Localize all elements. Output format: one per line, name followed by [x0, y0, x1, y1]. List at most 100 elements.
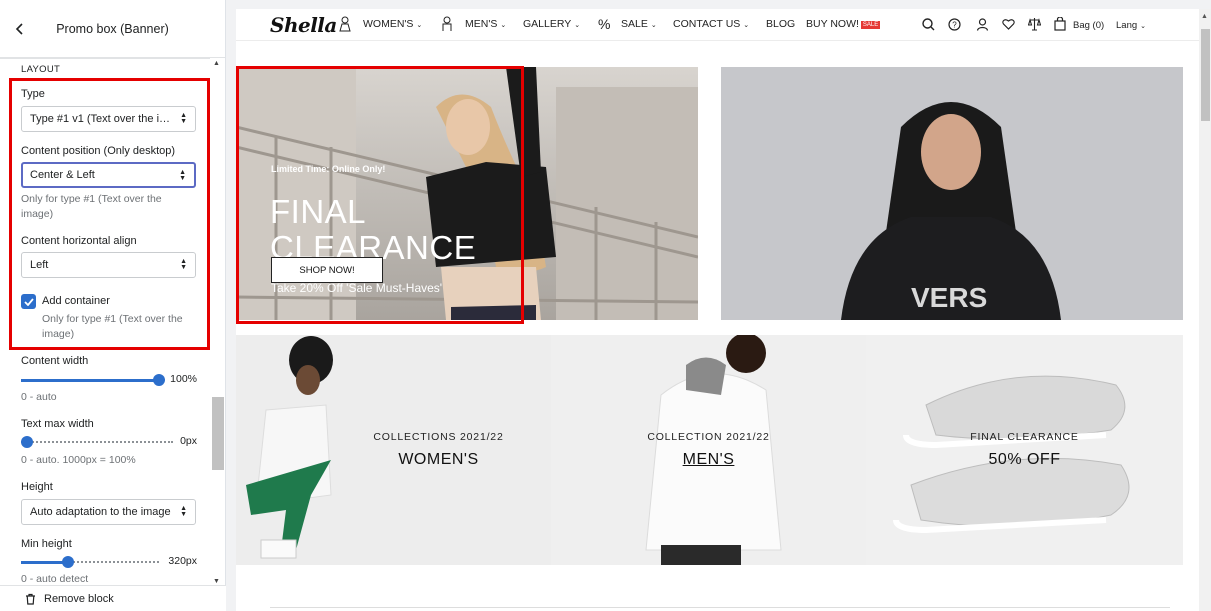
type-select-value: Type #1 v1 (Text over the image)	[30, 113, 191, 125]
nav-buy-now-label: BUY NOW!	[806, 18, 859, 30]
section-label-layout: LAYOUT	[21, 64, 61, 75]
settings-scroll-area[interactable]: LAYOUT Type Type #1 v1 (Text over the im…	[0, 58, 210, 585]
nav-sale[interactable]: SALE ⌄	[621, 18, 657, 30]
preview-scroll-thumb[interactable]	[1201, 29, 1210, 121]
panel-header: Promo box (Banner)	[0, 0, 225, 58]
add-container-label: Add container	[42, 295, 110, 307]
content-width-help: 0 - auto	[21, 391, 57, 403]
tile-womens-caption: COLLECTIONS 2021/22	[373, 431, 504, 443]
scroll-up-arrow-icon[interactable]: ▲	[1201, 13, 1208, 20]
select-caret-icon: ▲ ▼	[180, 505, 187, 518]
content-position-value: Center & Left	[30, 169, 95, 181]
bag-count[interactable]: Bag (0)	[1073, 20, 1104, 31]
add-container-checkbox[interactable]	[21, 294, 36, 309]
panel-scrollbar[interactable]: ▲ ▼	[211, 58, 224, 585]
chevron-down-icon: ⌄	[574, 22, 581, 29]
collection-tiles: COLLECTIONS 2021/22 WOMEN'S COLLECTION 2…	[236, 335, 1183, 565]
tile-clearance-title[interactable]: 50% OFF	[866, 451, 1183, 469]
chevron-down-icon: ⌄	[743, 22, 750, 29]
svg-text:?: ?	[952, 21, 957, 30]
min-height-label: Min height	[21, 538, 72, 550]
tile-mens-image	[551, 335, 866, 565]
section-divider	[0, 58, 210, 59]
tile-womens[interactable]: COLLECTIONS 2021/22 WOMEN'S	[236, 335, 551, 565]
text-max-width-value: 0px	[180, 435, 197, 447]
heart-icon[interactable]	[1002, 18, 1015, 30]
nav-gallery-label: GALLERY	[523, 18, 572, 30]
min-height-value: 320px	[168, 555, 197, 567]
tile-womens-image	[236, 335, 551, 565]
store-header: Shella WOMEN'S ⌄ MEN'S ⌄ GALLERY ⌄ % SALE ⌄ …	[236, 9, 1199, 41]
checkmark-icon	[23, 297, 34, 306]
account-icon[interactable]	[976, 18, 989, 31]
tile-mens-caption: COLLECTION 2021/22	[647, 431, 770, 443]
hero-title-line-1: FINAL	[270, 193, 367, 230]
text-max-width-label: Text max width	[21, 418, 94, 430]
remove-block-button[interactable]: Remove block	[0, 585, 226, 611]
content-width-label: Content width	[21, 355, 89, 367]
add-container-help: Only for type #1 (Text over the image)	[42, 313, 183, 340]
tile-mens[interactable]: COLLECTION 2021/22 MEN'S	[551, 335, 866, 565]
height-label: Height	[21, 481, 53, 493]
hero-banner-left[interactable]: Limited Time: Online Only! FINAL CLEARAN…	[236, 67, 698, 320]
language-selector[interactable]: Lang ⌄	[1116, 20, 1146, 31]
nav-womens-label: WOMEN'S	[363, 18, 414, 30]
height-select[interactable]: Auto adaptation to the image ▲ ▼	[21, 499, 196, 525]
nav-contact[interactable]: CONTACT US ⌄	[673, 18, 749, 30]
select-caret-icon: ▲ ▼	[180, 258, 187, 271]
slider-fill	[21, 379, 159, 382]
scroll-down-arrow-icon[interactable]: ▼	[213, 578, 220, 585]
store-logo[interactable]: Shella	[270, 13, 337, 37]
panel-scroll-thumb[interactable]	[212, 397, 224, 470]
hero-right-image: VERS	[721, 67, 1183, 320]
sale-badge: SALE	[860, 21, 881, 29]
settings-panel: Promo box (Banner) LAYOUT Type Type #1 v…	[0, 0, 226, 611]
hero-eyebrow: Limited Time: Online Only!	[271, 164, 386, 174]
type-label: Type	[21, 88, 45, 100]
nav-womens[interactable]: WOMEN'S ⌄	[363, 18, 422, 30]
man-icon	[442, 16, 452, 31]
app-window: Promo box (Banner) LAYOUT Type Type #1 v…	[0, 0, 1211, 611]
percent-icon: %	[598, 16, 611, 32]
slider-track	[21, 441, 173, 443]
content-width-value: 100%	[170, 373, 197, 385]
preview-scrollbar[interactable]: ▲	[1199, 9, 1211, 611]
horizontal-align-select[interactable]: Left ▲ ▼	[21, 252, 196, 278]
nav-gallery[interactable]: GALLERY ⌄	[523, 18, 580, 30]
help-icon[interactable]: ?	[948, 18, 961, 31]
tile-clearance[interactable]: FINAL CLEARANCE 50% OFF	[866, 335, 1183, 565]
min-height-slider[interactable]	[21, 555, 159, 569]
type-select[interactable]: Type #1 v1 (Text over the image) ▲ ▼	[21, 106, 196, 132]
back-button[interactable]	[0, 0, 40, 58]
content-position-label: Content position (Only desktop)	[21, 145, 176, 157]
hero-title: FINAL CLEARANCE	[270, 194, 476, 266]
slider-thumb[interactable]	[61, 556, 74, 568]
remove-block-label: Remove block	[44, 592, 114, 605]
woman-icon	[339, 16, 351, 32]
horizontal-align-label: Content horizontal align	[21, 235, 137, 247]
slider-thumb[interactable]	[21, 436, 33, 448]
chevron-down-icon: ⌄	[500, 22, 507, 29]
nav-mens-label: MEN'S	[465, 18, 498, 30]
content-width-slider[interactable]	[21, 373, 165, 387]
tile-clearance-caption: FINAL CLEARANCE	[970, 431, 1079, 443]
search-icon[interactable]	[922, 18, 935, 31]
chevron-down-icon: ⌄	[650, 22, 657, 29]
hero-subtitle: Take 20% Off 'Sale Must-Haves'	[271, 281, 443, 295]
chevron-left-icon	[15, 22, 23, 35]
nav-blog[interactable]: BLOG	[766, 18, 795, 30]
nav-mens[interactable]: MEN'S ⌄	[465, 18, 506, 30]
select-caret-icon: ▲ ▼	[179, 169, 186, 182]
content-position-select[interactable]: Center & Left ▲ ▼	[21, 162, 196, 188]
scroll-up-arrow-icon[interactable]: ▲	[213, 60, 220, 67]
tile-mens-title[interactable]: MEN'S	[551, 451, 866, 469]
shop-now-button[interactable]: SHOP NOW!	[271, 257, 383, 283]
svg-text:VERS: VERS	[911, 282, 987, 313]
compare-icon[interactable]	[1028, 17, 1041, 31]
tile-womens-title[interactable]: WOMEN'S	[326, 451, 551, 469]
trash-icon	[26, 593, 35, 605]
text-max-width-slider[interactable]	[21, 435, 173, 449]
nav-buy-now[interactable]: BUY NOW! SALE	[806, 18, 881, 30]
bag-icon[interactable]	[1054, 17, 1066, 31]
hero-banner-right[interactable]: VERS	[721, 67, 1183, 320]
